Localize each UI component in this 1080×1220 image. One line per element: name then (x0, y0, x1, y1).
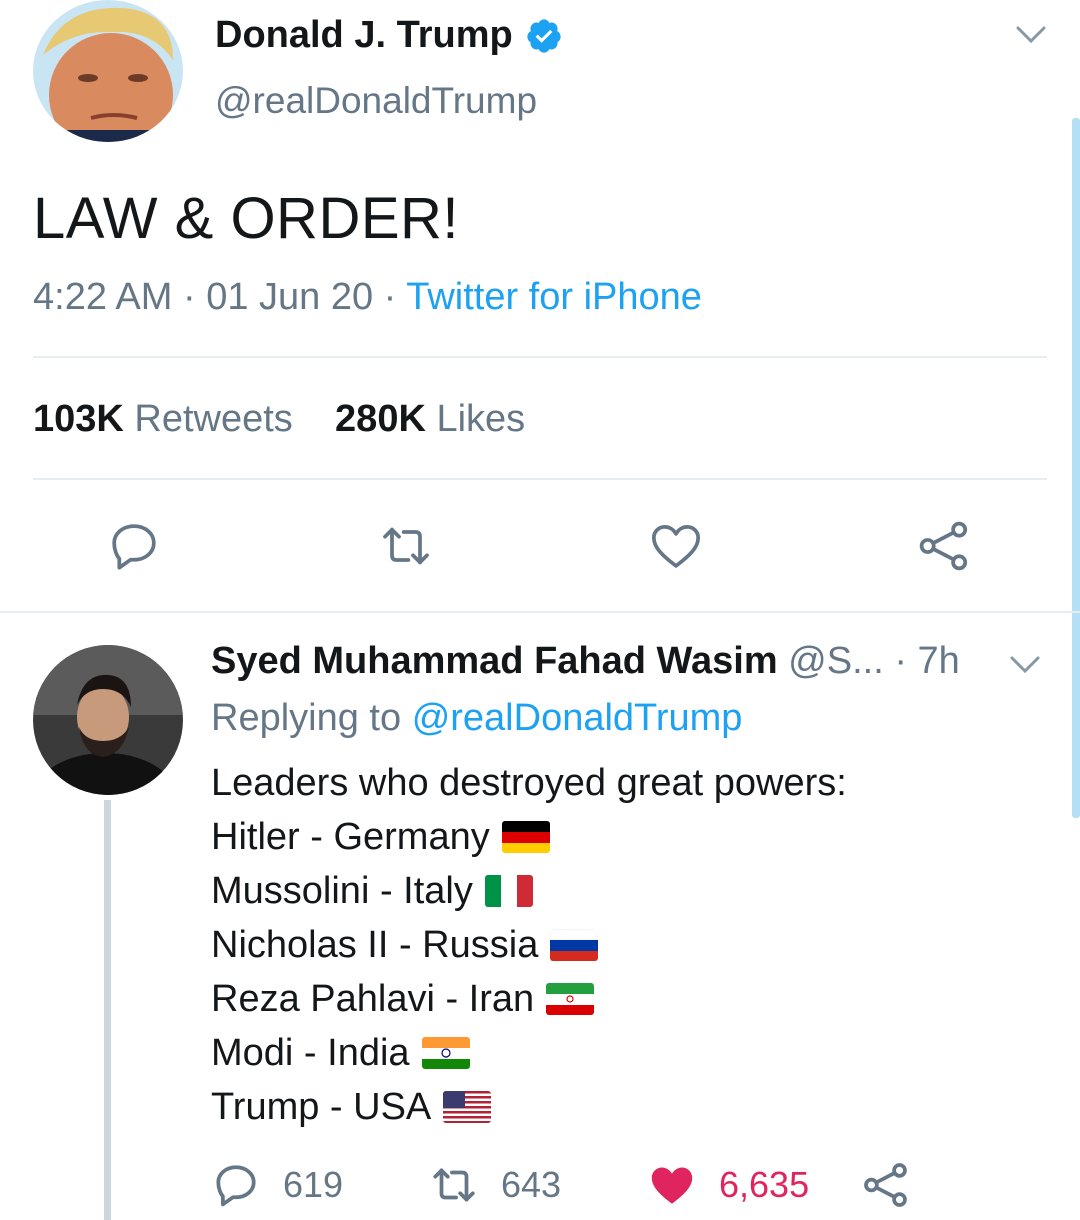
reply-line-text: Nicholas II - Russia (211, 924, 539, 966)
retweet-button[interactable]: 643 (429, 1160, 561, 1210)
heart-icon[interactable] (648, 518, 704, 574)
retweet-icon[interactable] (378, 518, 434, 574)
tweet-text: LAW & ORDER! (33, 186, 460, 251)
reply-line: Mussolini - Italy (211, 864, 847, 918)
reply-line: Reza Pahlavi - Iran (211, 972, 847, 1026)
meta-separator: · (373, 276, 407, 318)
russia-flag-icon (550, 929, 599, 961)
chevron-down-icon[interactable] (1014, 20, 1048, 48)
india-flag-icon (421, 1037, 470, 1069)
retweet-label: Retweets (134, 398, 293, 440)
likes-stat[interactable]: 280K Likes (335, 398, 525, 440)
heart-filled-icon (651, 1167, 693, 1204)
reply-line-text: Leaders who destroyed great powers: (211, 762, 847, 804)
replying-mention-link[interactable]: @realDonaldTrump (412, 697, 743, 739)
divider (33, 356, 1047, 358)
usa-flag-icon (443, 1091, 492, 1123)
reply-header: Syed Muhammad Fahad Wasim @S... · 7h (211, 640, 960, 683)
chevron-down-icon[interactable] (1008, 650, 1042, 678)
tweet-date: 01 Jun 20 (206, 276, 374, 318)
reply-text: Leaders who destroyed great powers: Hitl… (211, 756, 847, 1134)
share-icon[interactable] (916, 518, 972, 574)
reply-icon (216, 1165, 256, 1207)
retweets-stat[interactable]: 103K Retweets (33, 398, 293, 440)
thread-line (104, 800, 111, 1220)
reply-line-text: Reza Pahlavi - Iran (211, 978, 535, 1020)
like-count: 6,635 (719, 1164, 810, 1205)
reply-author-name[interactable]: Syed Muhammad Fahad Wasim (211, 640, 778, 682)
retweet-count: 643 (501, 1164, 562, 1205)
reply-line-text: Mussolini - Italy (211, 870, 473, 912)
divider (33, 478, 1047, 480)
reply-button[interactable]: 619 (211, 1160, 343, 1210)
reply-line: Leaders who destroyed great powers: (211, 756, 847, 810)
retweet-count: 103K (33, 398, 124, 440)
avatar[interactable] (33, 0, 183, 142)
reply-actions: 619 643 6,635 (211, 1160, 931, 1210)
replying-prefix: Replying to (211, 697, 402, 739)
italy-flag-icon (484, 875, 533, 907)
author-handle[interactable]: @realDonaldTrump (215, 80, 537, 122)
reply-icon[interactable] (106, 518, 162, 574)
verified-badge-icon (527, 18, 561, 53)
like-button[interactable]: 6,635 (647, 1160, 809, 1210)
reply-line-text: Hitler - Germany (211, 816, 490, 858)
tweet-source-link[interactable]: Twitter for iPhone (406, 276, 702, 318)
author-name[interactable]: Donald J. Trump (215, 14, 563, 57)
replying-to: Replying to @realDonaldTrump (211, 697, 742, 740)
tweet-time: 4:22 AM (33, 276, 173, 318)
tweet-meta: 4:22 AM · 01 Jun 20 · Twitter for iPhone (33, 276, 702, 319)
meta-separator: · (172, 276, 207, 318)
reply-timestamp[interactable]: · 7h (894, 640, 959, 682)
iran-flag-icon (546, 983, 595, 1015)
reply-line: Hitler - Germany (211, 810, 847, 864)
avatar[interactable] (33, 645, 183, 795)
author-name-text[interactable]: Donald J. Trump (215, 14, 513, 57)
like-count: 280K (335, 398, 426, 440)
reply-line: Trump - USA (211, 1080, 847, 1134)
share-icon (864, 1163, 907, 1207)
reply-line-text: Modi - India (211, 1032, 410, 1074)
reply-count: 619 (283, 1164, 344, 1205)
reply-line: Modi - India (211, 1026, 847, 1080)
tweet-stats: 103K Retweets 280K Likes (33, 398, 525, 441)
reply-author-handle[interactable]: @S... (788, 640, 884, 682)
main-tweet: Donald J. Trump @realDonaldTrump LAW & O… (0, 0, 1080, 613)
like-label: Likes (436, 398, 526, 440)
reply-line-text: Trump - USA (211, 1086, 432, 1128)
germany-flag-icon (501, 821, 550, 853)
retweet-icon (433, 1168, 475, 1202)
share-button[interactable] (861, 1160, 911, 1210)
reply-line: Nicholas II - Russia (211, 918, 847, 972)
divider (0, 611, 1080, 613)
